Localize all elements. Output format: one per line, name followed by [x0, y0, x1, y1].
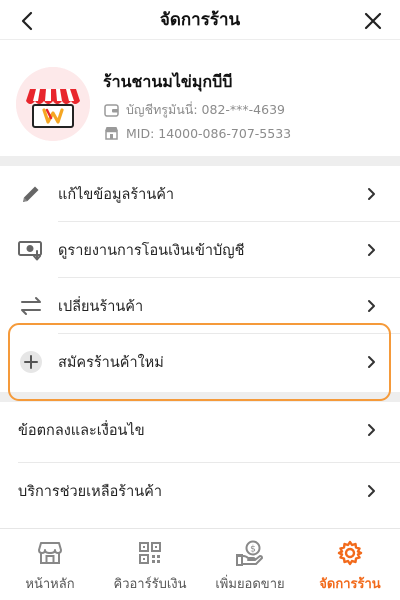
- menu-item-edit-shop[interactable]: แก้ไขข้อมูลร้านค้า: [0, 166, 400, 222]
- store-icon: [36, 539, 64, 567]
- truemoney-account: บัญชีทรูมันนี่: 082-***-4639: [126, 102, 285, 117]
- swap-arrows-icon: [18, 293, 44, 319]
- section-divider: [0, 156, 400, 166]
- menu-item-terms[interactable]: ข้อตกลงและเงื่อนไข: [0, 402, 400, 458]
- chevron-right-icon: [364, 187, 378, 201]
- top-bar: จัดการร้าน: [0, 0, 400, 40]
- page-title: จัดการร้าน: [159, 10, 241, 30]
- chevron-right-icon: [364, 355, 378, 369]
- menu-item-merchant-support[interactable]: บริการช่วยเหลือร้านค้า: [0, 463, 400, 519]
- nav-boost-sales[interactable]: $ เพิ่มยอดขาย: [200, 529, 300, 600]
- storefront-logo-icon: [16, 67, 90, 141]
- svg-text:$: $: [250, 545, 256, 555]
- menu-item-transfer-report[interactable]: ดูรายงานการโอนเงินเข้าบัญชี: [0, 222, 400, 278]
- nav-label: จัดการร้าน: [319, 577, 381, 592]
- nav-manage-shop[interactable]: จัดการร้าน: [300, 529, 400, 600]
- menu-item-register-new-shop[interactable]: สมัครร้านค้าใหม่: [0, 334, 400, 390]
- menu-label: เปลี่ยนร้านค้า: [58, 298, 144, 315]
- chevron-right-icon: [364, 423, 378, 437]
- chevron-right-icon: [364, 484, 378, 498]
- chevron-right-icon: [364, 243, 378, 257]
- mid-row: MID: 14000-086-707-5533: [103, 124, 291, 142]
- shop-name: ร้านชานมไข่มุกบีบี: [103, 72, 233, 91]
- qr-code-icon: [136, 539, 164, 567]
- shop-logo: [16, 67, 90, 141]
- menu-label: สมัครร้านค้าใหม่: [58, 354, 164, 371]
- menu-item-switch-shop[interactable]: เปลี่ยนร้านค้า: [0, 278, 400, 334]
- account-row: บัญชีทรูมันนี่: 082-***-4639: [103, 101, 285, 119]
- menu-label: ข้อตกลงและเงื่อนไข: [18, 422, 145, 439]
- wallet-icon: [103, 102, 119, 118]
- nav-label: เพิ่มยอดขาย: [215, 577, 285, 592]
- nav-label: คิวอาร์รับเงิน: [113, 577, 187, 592]
- menu-label: แก้ไขข้อมูลร้านค้า: [58, 186, 175, 203]
- menu-label: ดูรายงานการโอนเงินเข้าบัญชี: [58, 242, 245, 259]
- bottom-nav: หน้าหลัก คิวอาร์รับเงิน $ เพิ่มยอดขาย จั…: [0, 528, 400, 600]
- menu-label: บริการช่วยเหลือร้านค้า: [18, 483, 162, 500]
- pencil-icon: [18, 181, 44, 207]
- merchant-id: MID: 14000-086-707-5533: [126, 125, 292, 141]
- chevron-right-icon: [364, 299, 378, 313]
- store-id-icon: [103, 125, 119, 141]
- close-icon: [364, 12, 382, 30]
- plus-circle-icon: [18, 349, 44, 375]
- nav-label: หน้าหลัก: [25, 577, 75, 592]
- nav-home[interactable]: หน้าหลัก: [0, 529, 100, 600]
- money-transfer-icon: [18, 237, 44, 263]
- section-divider: [0, 392, 400, 402]
- nav-qr-receive[interactable]: คิวอาร์รับเงิน: [100, 529, 200, 600]
- gear-icon: [336, 539, 364, 567]
- close-button[interactable]: [360, 8, 386, 34]
- coin-hand-icon: $: [236, 539, 264, 567]
